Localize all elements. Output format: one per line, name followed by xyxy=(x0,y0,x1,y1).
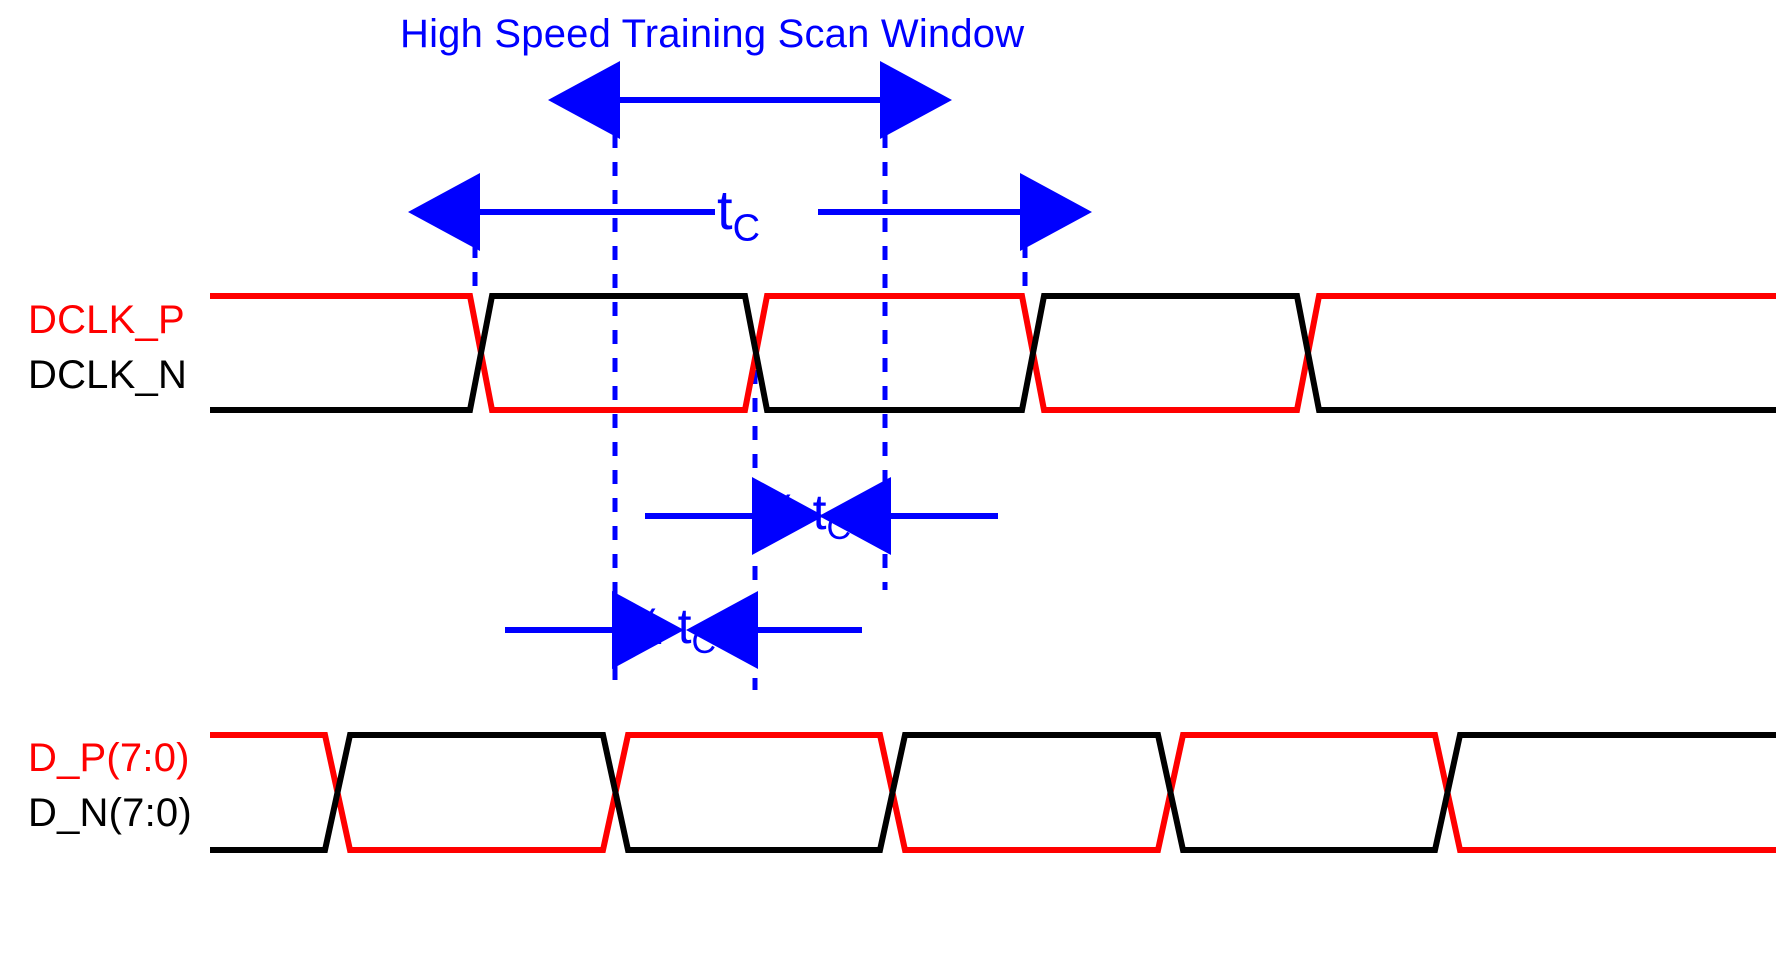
tc-subscript: C xyxy=(732,207,761,250)
waveform-dclk-p xyxy=(210,293,1776,413)
page-title: High Speed Training Scan Window xyxy=(400,12,1025,56)
signal-label-dclk-p: DCLK_P xyxy=(28,298,185,342)
tc-symbol: t xyxy=(717,178,733,241)
signal-label-dclk-n: DCLK_N xyxy=(28,353,188,397)
quarter-tc-upper-label: ¼ tC xyxy=(757,487,851,545)
signal-label-data-n: D_N(7:0) xyxy=(28,791,192,835)
waveform-dclk-n xyxy=(210,293,1776,413)
quarter-tc-lower-subscript: C xyxy=(691,623,717,662)
signal-label-data-p: D_P(7:0) xyxy=(28,736,190,780)
quarter-tc-lower-fraction: ¼ xyxy=(622,598,664,654)
quarter-tc-lower-symbol: t xyxy=(663,598,692,654)
quarter-tc-upper-subscript: C xyxy=(826,509,852,548)
waveform-data-p xyxy=(210,732,1776,853)
timing-diagram-svg xyxy=(210,61,1776,853)
waveform-data-n xyxy=(210,732,1776,853)
tc-period-label: tC xyxy=(717,182,761,250)
quarter-tc-lower-label: ¼ tC xyxy=(622,601,716,659)
quarter-tc-upper-fraction: ¼ xyxy=(757,484,799,540)
timing-diagram-canvas: High Speed Training Scan Window tC ¼ tC … xyxy=(0,0,1776,979)
quarter-tc-upper-symbol: t xyxy=(798,484,827,540)
